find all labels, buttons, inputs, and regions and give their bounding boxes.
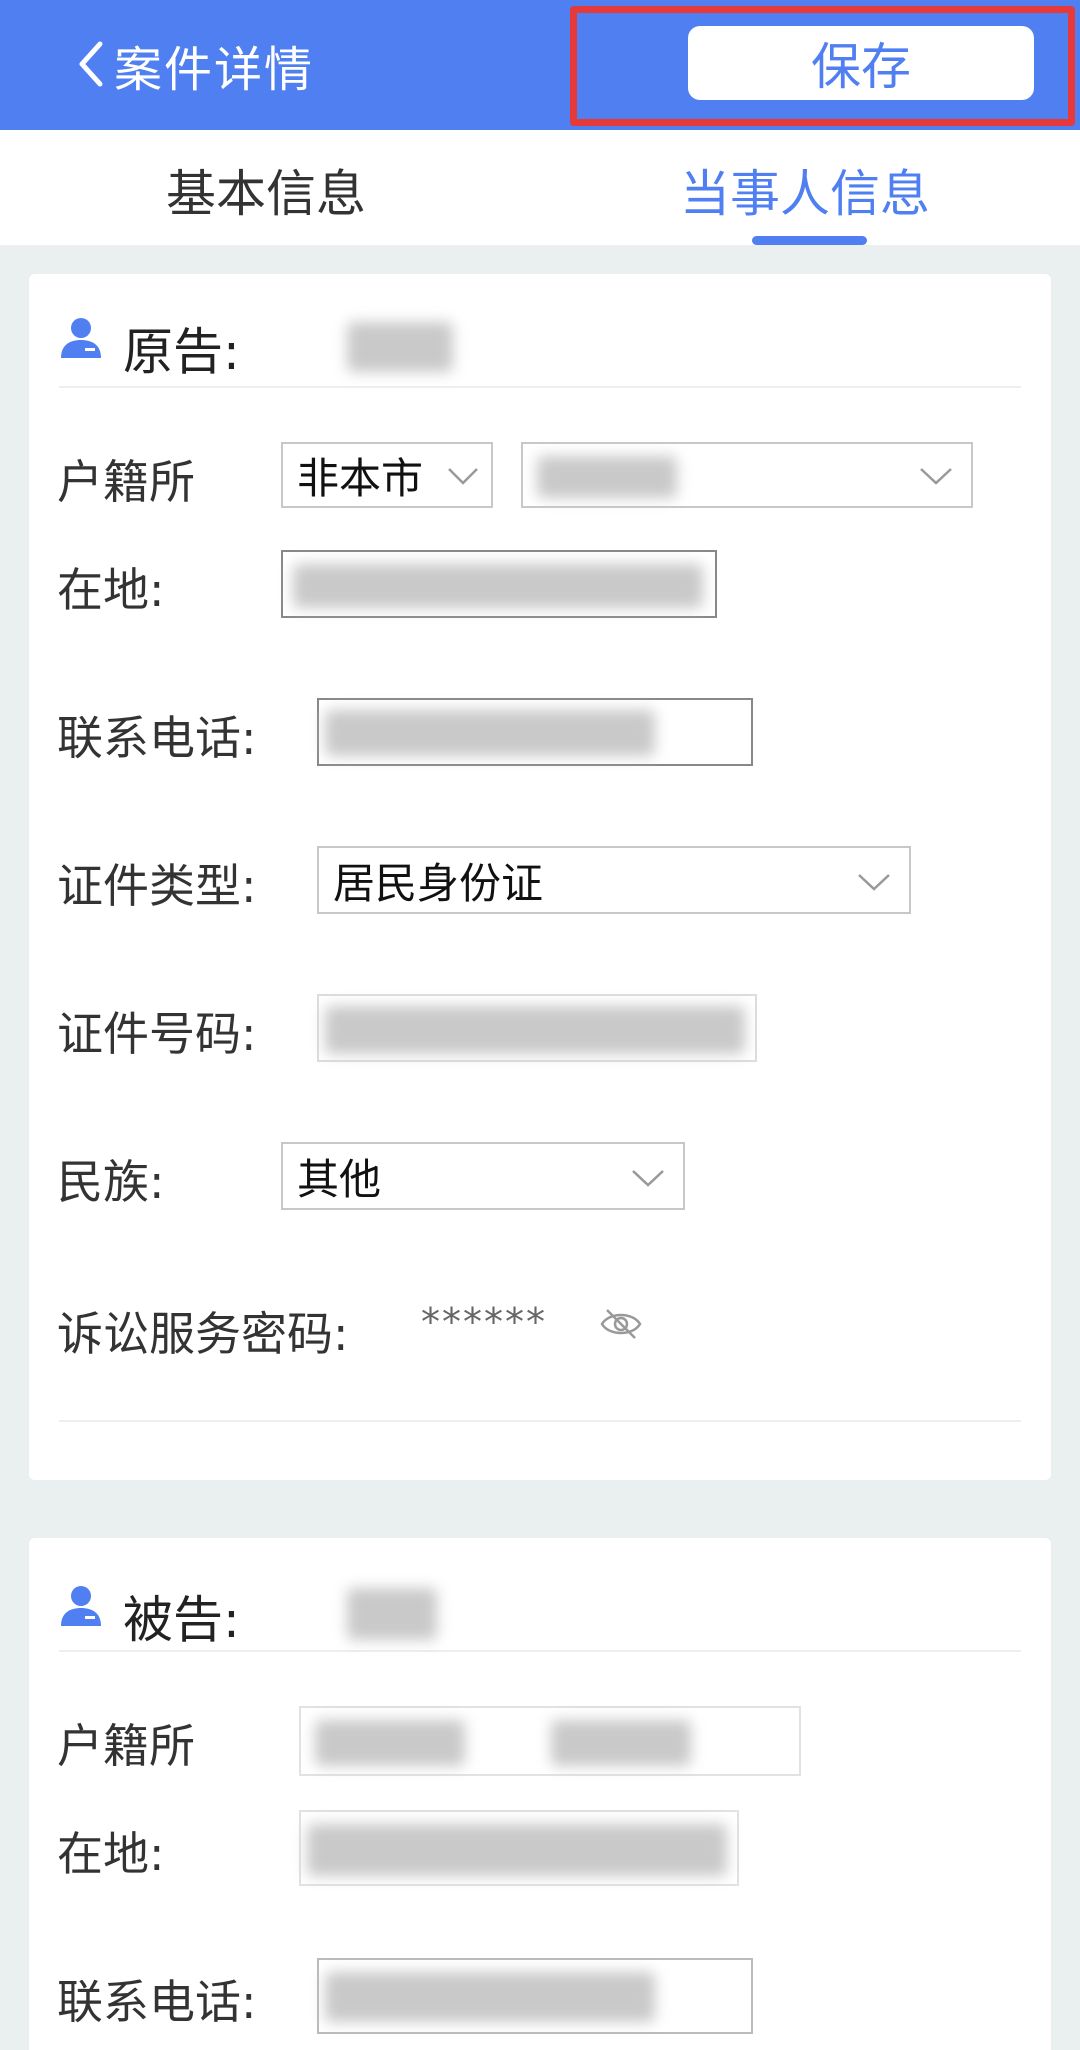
- residence-scope-value: 非本市: [297, 453, 424, 503]
- chevron-left-icon: [79, 41, 103, 87]
- defendant-residence-label-1: 户籍所: [57, 1719, 195, 1773]
- tab-basic-info[interactable]: 基本信息: [166, 154, 366, 226]
- chevron-down-icon: [920, 468, 952, 485]
- defendant-phone-label: 联系电话:: [57, 1975, 257, 2029]
- plaintiff-phone-label: 联系电话:: [57, 711, 257, 765]
- page-title: 案件详情: [114, 42, 315, 98]
- person-icon: [61, 318, 101, 358]
- plaintiff-phone-input[interactable]: [317, 698, 753, 766]
- service-password-value: ******: [421, 1300, 547, 1344]
- id-type-value: 居民身份证: [333, 858, 544, 908]
- defendant-residence-select[interactable]: [299, 1706, 801, 1776]
- plaintiff-card: 原告: 户籍所 在地: 非本市 联系电话: 证件类型: 居民身份证 证件号码: …: [29, 274, 1051, 1480]
- id-number-label: 证件号码:: [57, 1007, 257, 1061]
- residence-scope-select[interactable]: 非本市: [281, 442, 493, 508]
- chevron-down-icon: [858, 874, 890, 891]
- plaintiff-residence-label-1: 户籍所: [57, 455, 195, 509]
- residence-region-select[interactable]: [521, 442, 973, 508]
- chevron-down-icon: [632, 1170, 664, 1187]
- defendant-role-label: 被告:: [123, 1591, 240, 1649]
- plaintiff-name-redacted: [347, 322, 453, 372]
- ethnicity-select[interactable]: 其他: [281, 1142, 685, 1210]
- defendant-address-redacted: [307, 1824, 727, 1876]
- plaintiff-header: 原告:: [59, 294, 1021, 388]
- defendant-residence-label-2: 在地:: [57, 1827, 165, 1881]
- defendant-phone-input[interactable]: [317, 1958, 753, 2034]
- residence-address-input[interactable]: [281, 550, 717, 618]
- plaintiff-residence-label-2: 在地:: [57, 563, 165, 617]
- defendant-region-redacted: [551, 1720, 691, 1766]
- eye-off-icon[interactable]: [599, 1306, 643, 1342]
- phone-value-redacted: [325, 710, 655, 756]
- address-value-redacted: [293, 564, 703, 608]
- defendant-phone-redacted: [325, 1972, 655, 2022]
- top-bar: 案件详情 保存: [0, 0, 1080, 130]
- id-type-label: 证件类型:: [57, 859, 257, 913]
- person-icon: [61, 1586, 101, 1626]
- section-divider: [59, 1420, 1021, 1422]
- id-type-select[interactable]: 居民身份证: [317, 846, 911, 914]
- defendant-header: 被告:: [59, 1558, 1021, 1652]
- defendant-residence-redacted: [315, 1720, 465, 1766]
- ethnicity-value: 其他: [297, 1154, 382, 1204]
- defendant-name-redacted: [347, 1588, 437, 1640]
- id-number-input[interactable]: [317, 994, 757, 1062]
- defendant-card: 被告: 户籍所 在地: 联系电话:: [29, 1538, 1051, 2050]
- tab-party-info[interactable]: 当事人信息: [680, 154, 930, 226]
- defendant-address-input[interactable]: [299, 1810, 739, 1886]
- active-tab-indicator: [752, 236, 867, 245]
- save-button[interactable]: 保存: [688, 26, 1034, 100]
- service-password-label: 诉讼服务密码:: [57, 1307, 349, 1361]
- ethnicity-label: 民族:: [57, 1155, 165, 1209]
- plaintiff-role-label: 原告:: [123, 323, 240, 381]
- chevron-down-icon: [448, 468, 478, 485]
- id-number-redacted: [325, 1006, 745, 1054]
- region-value-redacted: [537, 456, 677, 498]
- tab-bar: 基本信息 当事人信息: [0, 130, 1080, 245]
